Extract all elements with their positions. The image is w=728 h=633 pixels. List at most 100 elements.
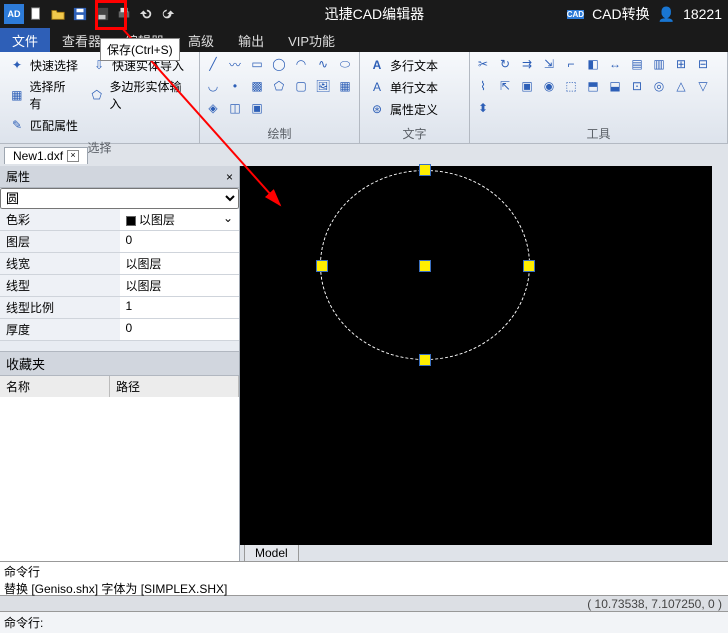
polyline-icon[interactable]: 〰 [226, 55, 244, 73]
tool-icon[interactable]: ▽ [694, 77, 712, 95]
prop-val[interactable]: 以图层 [120, 253, 240, 275]
tool-icon[interactable]: ▤ [628, 55, 646, 73]
undo-icon[interactable] [136, 4, 156, 24]
attribute-def-button[interactable]: ⊛属性定义 [364, 99, 442, 119]
ellipse-icon[interactable]: ⬭ [336, 55, 354, 73]
wand-icon: ✦ [8, 56, 26, 74]
tab-vip[interactable]: VIP功能 [276, 28, 347, 52]
quick-select-button[interactable]: ✦快速选择 [4, 55, 82, 75]
grip-top[interactable] [419, 164, 431, 176]
fav-col-path: 路径 [110, 376, 239, 397]
prop-key: 线型 [0, 275, 120, 297]
app-title: 迅捷CAD编辑器 [182, 4, 567, 24]
tool-icon[interactable]: ◧ [584, 55, 602, 73]
tab-file[interactable]: 文件 [0, 28, 50, 52]
close-icon[interactable]: × [67, 150, 79, 162]
region-icon[interactable]: ◈ [204, 99, 222, 117]
tools-group-label: 工具 [470, 124, 727, 143]
vertical-scrollbar[interactable] [712, 166, 728, 545]
hatch-icon[interactable]: ▩ [248, 77, 266, 95]
polygon2-icon[interactable]: ⬠ [270, 77, 288, 95]
status-bar: ( 10.73538, 7.107250, 0 ) [0, 595, 728, 611]
tool-icon[interactable]: ⌇ [474, 77, 492, 95]
properties-grid: 色彩 以图层 ⌄ 图层0 线宽以图层 线型以图层 线型比例1 厚度0 [0, 209, 239, 341]
grip-bottom[interactable] [419, 354, 431, 366]
polygon-entity-input-button[interactable]: ⬠多边形实体输入 [84, 77, 195, 113]
horizontal-scrollbar-area: Model [240, 545, 728, 561]
image-icon[interactable]: 🖼 [314, 77, 332, 95]
arc-icon[interactable]: ◠ [292, 55, 310, 73]
multiline-text-button[interactable]: A多行文本 [364, 55, 442, 75]
save-as-icon[interactable] [92, 4, 112, 24]
tool-icon[interactable]: ⇱ [496, 77, 514, 95]
drawing-canvas[interactable] [240, 166, 712, 545]
prop-val[interactable]: 0 [120, 231, 240, 253]
redo-icon[interactable] [158, 4, 178, 24]
tool-icon[interactable]: ⬚ [562, 77, 580, 95]
grip-left[interactable] [316, 260, 328, 272]
model-tab[interactable]: Model [244, 544, 299, 562]
open-file-icon[interactable] [48, 4, 68, 24]
match-properties-button[interactable]: ✎匹配属性 [4, 115, 82, 135]
table-icon[interactable]: ▦ [336, 77, 354, 95]
tool-icon[interactable]: ⊞ [672, 55, 690, 73]
ribbon: ✦快速选择 ⇩快速实体导入 ▦选择所有 ⬠多边形实体输入 ✎匹配属性 选择 ╱ … [0, 52, 728, 144]
tool-icon[interactable]: ⊡ [628, 77, 646, 95]
spline-icon[interactable]: ∿ [314, 55, 332, 73]
prop-val[interactable]: 0 [120, 319, 240, 341]
rect2-icon[interactable]: ▢ [292, 77, 310, 95]
user-id: 18221 [683, 6, 722, 22]
save-icon[interactable] [70, 4, 90, 24]
tool-icon[interactable]: ⇲ [540, 55, 558, 73]
fav-col-name: 名称 [0, 376, 110, 397]
tool-icon[interactable]: ◎ [650, 77, 668, 95]
tool-icon[interactable]: ⬒ [584, 77, 602, 95]
user-icon[interactable]: 👤 [658, 6, 675, 23]
tool-icon[interactable]: ◉ [540, 77, 558, 95]
tab-output[interactable]: 输出 [226, 28, 276, 52]
rect-icon[interactable]: ▭ [248, 55, 266, 73]
tool-icon[interactable]: ↻ [496, 55, 514, 73]
tool-icon[interactable]: ⬓ [606, 77, 624, 95]
ellipse-arc-icon[interactable]: ◡ [204, 77, 222, 95]
block-icon[interactable]: ◫ [226, 99, 244, 117]
cad-convert-link[interactable]: CAD转换 [592, 4, 650, 24]
app-icon: AD [4, 4, 24, 24]
prop-val[interactable]: 以图层 [120, 275, 240, 297]
prop-val[interactable]: 以图层 [139, 213, 175, 227]
single-text-button[interactable]: A单行文本 [364, 77, 442, 97]
tool-icon[interactable]: ▥ [650, 55, 668, 73]
panel-close-icon[interactable]: × [226, 170, 233, 184]
properties-panel: 属性× 圆 色彩 以图层 ⌄ 图层0 线宽以图层 线型以图层 线型比例1 厚度0… [0, 166, 240, 561]
tab-advanced[interactable]: 高级 [176, 28, 226, 52]
boundary-icon[interactable]: ▣ [248, 99, 266, 117]
favorites-panel: 收藏夹 名称 路径 [0, 351, 239, 561]
circle-icon[interactable]: ◯ [270, 55, 288, 73]
point-icon[interactable]: • [226, 77, 244, 95]
tool-icon[interactable]: ▣ [518, 77, 536, 95]
tool-icon[interactable]: ⇉ [518, 55, 536, 73]
print-icon[interactable] [114, 4, 134, 24]
prop-key: 线型比例 [0, 297, 120, 319]
document-tab[interactable]: New1.dxf × [4, 147, 88, 164]
select-all-button[interactable]: ▦选择所有 [4, 77, 80, 113]
text-icon: A [368, 78, 386, 96]
command-line[interactable]: 命令行: [0, 611, 728, 633]
line-icon[interactable]: ╱ [204, 55, 222, 73]
new-file-icon[interactable] [26, 4, 46, 24]
tool-icon[interactable]: ✂ [474, 55, 492, 73]
titlebar: AD 迅捷CAD编辑器 CAD CAD转换 👤 18221 [0, 0, 728, 28]
tool-icon[interactable]: ⊟ [694, 55, 712, 73]
prop-val[interactable]: 1 [120, 297, 240, 319]
cad-logo-icon: CAD [567, 10, 584, 19]
grip-center[interactable] [419, 260, 431, 272]
tool-icon[interactable]: ⌐ [562, 55, 580, 73]
document-tab-label: New1.dxf [13, 149, 63, 163]
tool-icon[interactable]: △ [672, 77, 690, 95]
entity-type-select[interactable]: 圆 [0, 188, 239, 209]
grip-right[interactable] [523, 260, 535, 272]
tool-icon[interactable]: ⬍ [474, 99, 492, 117]
draw-group-label: 绘制 [200, 124, 359, 143]
command-history: 命令行 替换 [Geniso.shx] 字体为 [SIMPLEX.SHX] [0, 561, 728, 595]
tool-icon[interactable]: ↔ [606, 55, 624, 73]
